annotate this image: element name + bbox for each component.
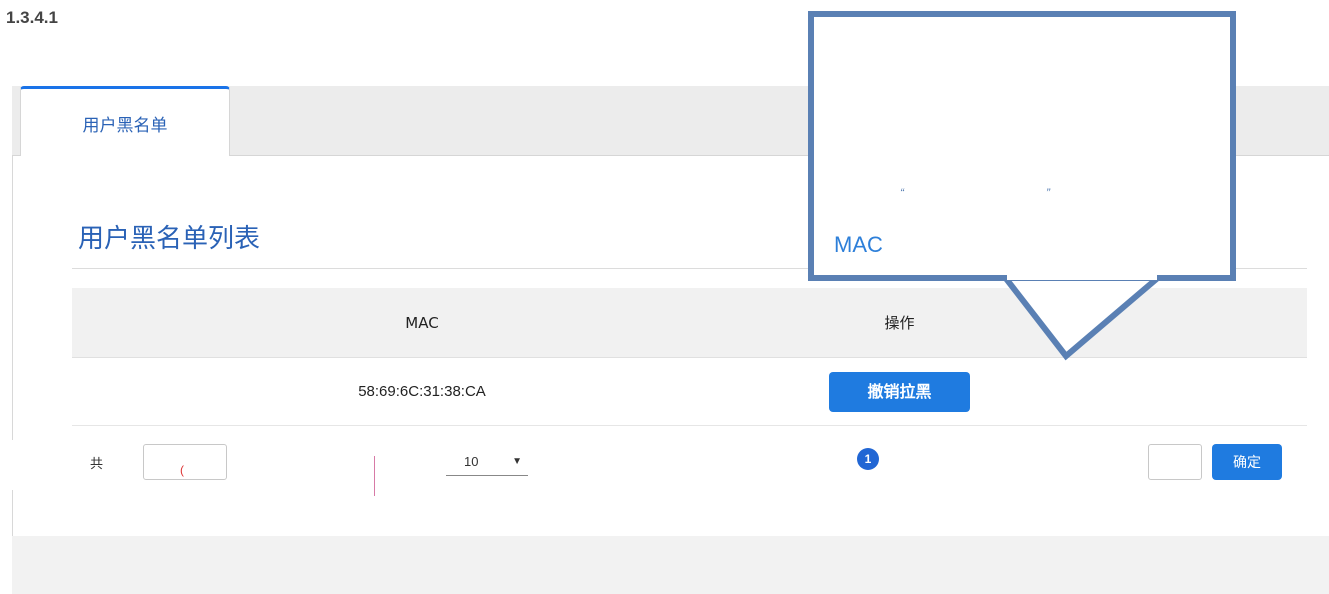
tab-user-blacklist[interactable]: 用户黑名单	[20, 86, 230, 157]
current-page-badge[interactable]: 1	[857, 448, 879, 470]
mac-cell: 58:69:6C:31:38:CA	[358, 383, 486, 400]
page-number-input[interactable]	[1148, 444, 1202, 480]
pager-go-button[interactable]: 确定	[1212, 444, 1282, 480]
unblock-button[interactable]: 撤销拉黑	[829, 371, 970, 412]
action-cell: 撤销拉黑	[772, 371, 1307, 412]
page-size-select[interactable]: 10	[446, 454, 528, 476]
column-header-mac: MAC	[405, 313, 439, 332]
blacklist-table: MAC 操作 58:69:6C:31:38:CA 撤销拉黑	[72, 288, 1307, 426]
table-row: 58:69:6C:31:38:CA 撤销拉黑	[72, 358, 1307, 426]
callout-text: MAC	[834, 232, 883, 257]
callout-quote-open: “	[900, 186, 904, 200]
callout-quote-close: ”	[1046, 186, 1050, 200]
pager-total-label: 共	[90, 456, 104, 471]
section-number: 1.3.4.1	[6, 8, 58, 27]
page-title: 用户黑名单列表	[78, 224, 261, 254]
table-header: MAC 操作	[72, 288, 1307, 358]
pager-marker: (	[180, 463, 184, 477]
column-header-action: 操作	[884, 314, 915, 332]
text-cursor	[374, 456, 375, 496]
pagination-bar: 共 ( 10 1 确定	[0, 440, 1329, 490]
page-jump-input[interactable]	[143, 444, 227, 480]
